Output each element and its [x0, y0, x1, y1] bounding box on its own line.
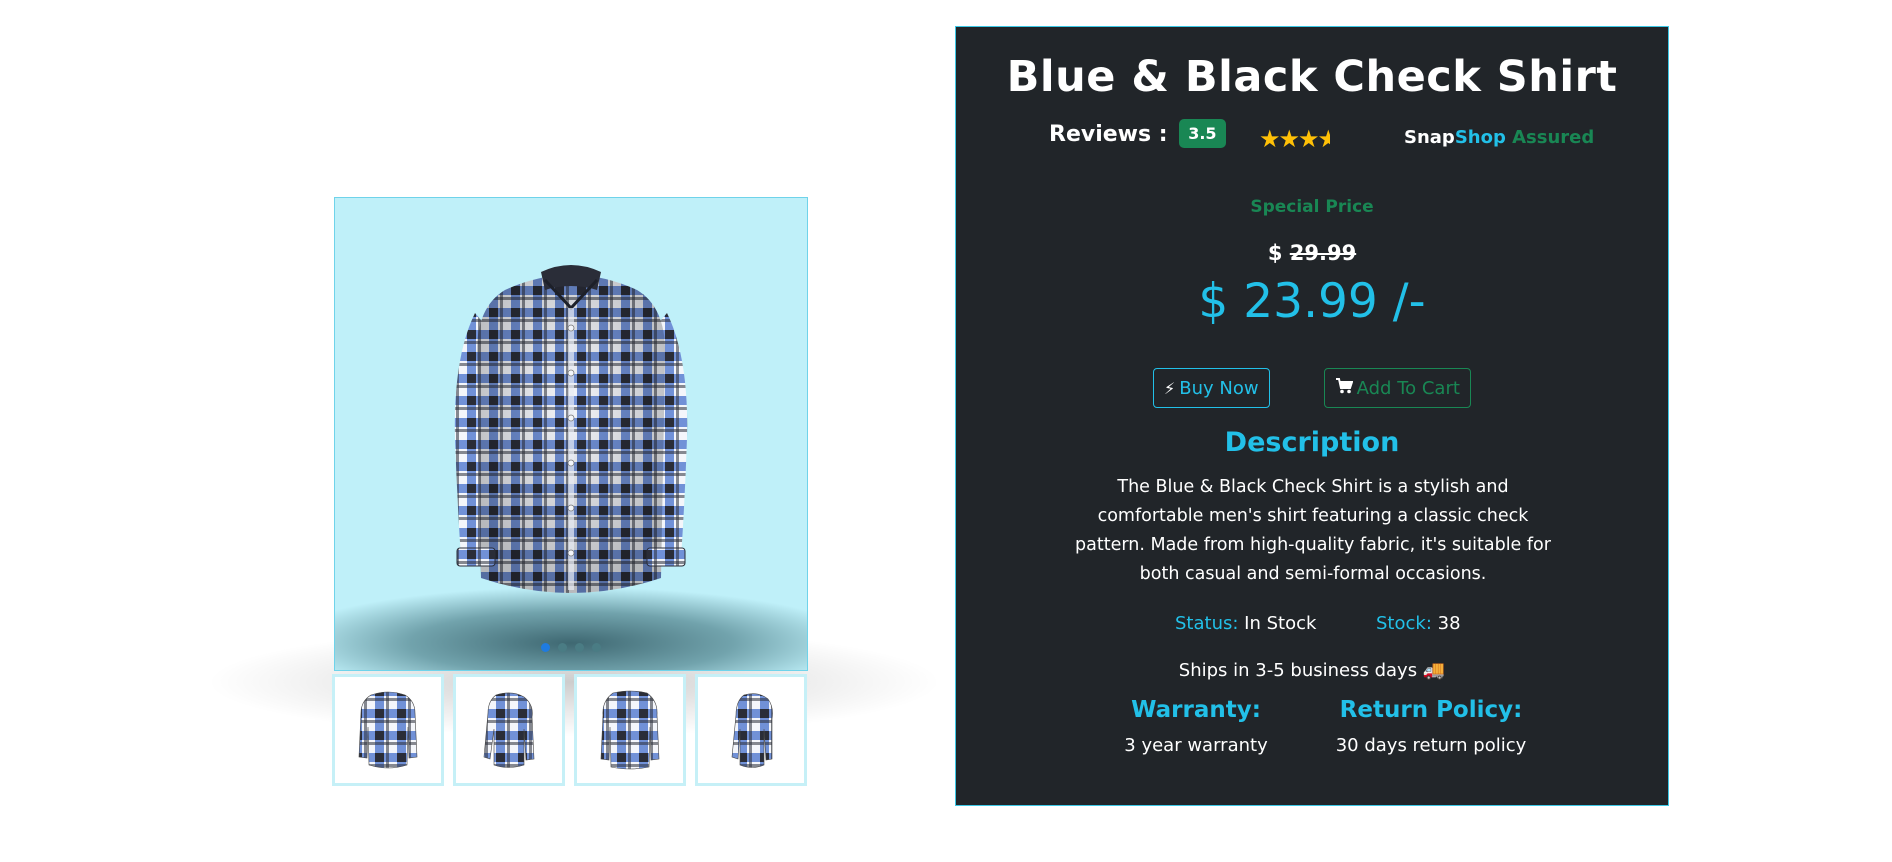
buy-now-button[interactable]: ⚡ Buy Now: [1153, 368, 1270, 408]
status-value: In Stock: [1244, 613, 1317, 634]
carousel-dot[interactable]: [592, 643, 601, 652]
description-title: Description: [1224, 427, 1400, 458]
add-to-cart-button[interactable]: Add To Cart: [1323, 368, 1471, 408]
current-price: $ 23.99 /-: [1198, 274, 1426, 329]
carousel-indicators: [335, 643, 807, 652]
description-text: The Blue & Black Check Shirt is a stylis…: [1075, 477, 1551, 584]
carousel-dot[interactable]: [575, 643, 584, 652]
thumbnail-strip: [332, 674, 808, 786]
old-currency: $: [1267, 241, 1283, 265]
thumbnail-back[interactable]: [574, 674, 686, 786]
return-policy-title: Return Policy:: [1339, 697, 1523, 723]
thumbnail-side-alt[interactable]: [695, 674, 807, 786]
brand-shop: Shop: [1454, 127, 1506, 148]
product-gallery: [204, 197, 944, 786]
star-icon: ★: [1278, 125, 1300, 153]
reviews-row: Reviews : 3.5 ★★★★ SnapShop Assured: [956, 119, 1668, 155]
brand-snap: Snap: [1404, 127, 1455, 148]
return-policy-value: 30 days return policy: [1335, 735, 1527, 756]
carousel-dot[interactable]: [541, 643, 550, 652]
brand-assured: Assured: [1512, 127, 1595, 148]
return-policy: Return Policy: 30 days return policy: [1316, 697, 1546, 756]
status: Status: In Stock: [1175, 613, 1316, 634]
shirt-image: [335, 198, 807, 670]
assured-badge: SnapShop Assured: [1404, 127, 1594, 148]
warranty-value: 3 year warranty: [1124, 735, 1268, 756]
thumbnail-side[interactable]: [453, 674, 565, 786]
original-price: $ 29.99: [956, 241, 1668, 265]
cart-icon: [1335, 378, 1354, 398]
reviews-label: Reviews :: [1049, 122, 1168, 147]
action-buttons: ⚡ Buy Now Add To Cart: [956, 368, 1668, 408]
thumbnail-front[interactable]: [332, 674, 444, 786]
warranty: Warranty: 3 year warranty: [1106, 697, 1286, 756]
half-star-icon: ★: [1317, 125, 1330, 153]
warranty-title: Warranty:: [1131, 697, 1261, 723]
rating-badge: 3.5: [1179, 119, 1226, 148]
status-label: Status:: [1175, 613, 1239, 634]
carousel-dot[interactable]: [558, 643, 567, 652]
reviews: Reviews : 3.5: [1049, 119, 1226, 148]
stock-label: Stock:: [1376, 613, 1432, 634]
old-price-value: 29.99: [1289, 241, 1357, 265]
star-icon: ★: [1298, 125, 1319, 153]
star-rating: ★★★★: [1259, 125, 1330, 153]
add-to-cart-label: Add To Cart: [1356, 377, 1460, 399]
star-icon: ★: [1259, 125, 1280, 153]
stock: Stock: 38: [1376, 613, 1461, 634]
buy-now-label: Buy Now: [1179, 377, 1259, 399]
stock-value: 38: [1437, 613, 1461, 634]
lightning-icon: ⚡: [1164, 378, 1176, 398]
special-price-label: Special Price: [1250, 197, 1374, 217]
product-title: Blue & Black Check Shirt: [1006, 52, 1618, 102]
shipping-info: Ships in 3-5 business days 🚚: [1178, 660, 1446, 681]
product-details-card: Blue & Black Check Shirt Reviews : 3.5 ★…: [955, 26, 1669, 806]
main-product-image[interactable]: [334, 197, 808, 671]
